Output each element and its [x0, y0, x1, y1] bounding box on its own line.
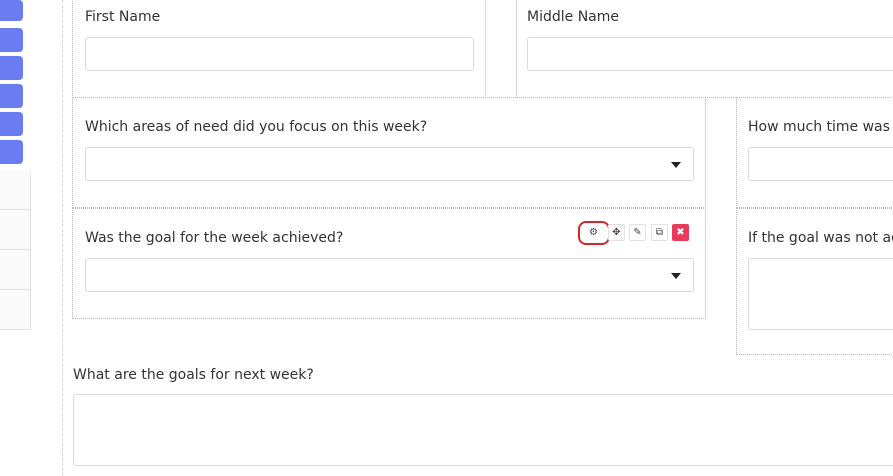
next-week-goals-label: What are the goals for next week? [73, 367, 314, 383]
goal-achieved-label: Was the goal for the week achieved? [85, 230, 344, 246]
areas-of-need-label: Which areas of need did you focus on thi… [85, 119, 428, 135]
next-week-goals-textarea[interactable] [73, 394, 893, 466]
copy-icon[interactable]: ⧉ [651, 224, 668, 241]
wrench-icon[interactable]: ✎ [629, 224, 646, 241]
middle-name-input[interactable] [527, 37, 893, 71]
time-spent-input[interactable] [748, 147, 893, 181]
time-spent-label: How much time was [748, 119, 890, 135]
sidebar-button-5[interactable] [0, 112, 23, 136]
sidebar-button-1[interactable] [0, 0, 23, 21]
caret-down-icon [671, 162, 681, 168]
first-name-label: First Name [85, 9, 161, 25]
middle-name-label: Middle Name [527, 9, 619, 25]
component-toolbar: ⚙ ✥ ✎ ⧉ ✖ [578, 220, 693, 246]
areas-of-need-select[interactable] [85, 147, 694, 181]
builder-divider [62, 0, 63, 476]
sidebar-item-1[interactable] [0, 170, 31, 210]
remove-icon[interactable]: ✖ [672, 224, 689, 241]
sidebar-button-3[interactable] [0, 56, 23, 80]
goal-not-achieved-textarea[interactable] [748, 258, 893, 330]
first-name-input[interactable] [85, 37, 474, 71]
sidebar-button-6[interactable] [0, 140, 23, 164]
caret-down-icon [671, 273, 681, 279]
sidebar-button-4[interactable] [0, 84, 23, 108]
move-icon[interactable]: ✥ [608, 224, 625, 241]
gear-icon[interactable]: ⚙ [585, 224, 602, 241]
sidebar-button-2[interactable] [0, 28, 23, 52]
sidebar-item-3[interactable] [0, 250, 31, 290]
goal-not-achieved-label: If the goal was not ac [748, 230, 893, 246]
goal-achieved-select[interactable] [85, 258, 694, 292]
sidebar-item-2[interactable] [0, 210, 31, 250]
sidebar-item-4[interactable] [0, 290, 31, 330]
